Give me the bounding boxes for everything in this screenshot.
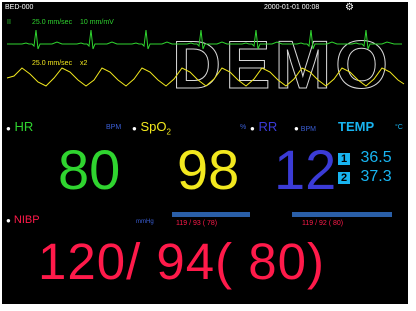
- spo2-label: ● SpO2: [132, 119, 171, 137]
- nibp-history-bar-2: [292, 212, 392, 217]
- spo2-unit: %: [240, 124, 247, 131]
- temp-unit: °C: [395, 124, 403, 131]
- demo-watermark: DEMO: [172, 27, 392, 103]
- datetime: 2000-01-01 00:08: [264, 4, 320, 11]
- nibp-history-bar-1: [172, 212, 250, 217]
- temp-label: TEMP: [338, 119, 375, 134]
- rr-value: 12: [274, 138, 337, 201]
- nibp-history-1: 119 / 93 ( 78): [176, 220, 218, 227]
- spo2-value: 98: [177, 138, 240, 201]
- hr-value: 80: [58, 138, 121, 201]
- temp-channel-1-badge: 1: [338, 153, 350, 165]
- nibp-value: 120/ 94( 80): [38, 233, 326, 290]
- waveform-panel: DEMO: [6, 27, 405, 104]
- hr-unit: BPM: [106, 124, 122, 131]
- nibp-label: ● NIBP: [6, 214, 40, 226]
- device-id: BED-000: [5, 4, 34, 11]
- temp-channel-1-value: 36.5: [360, 149, 392, 166]
- nibp-history-2: 119 / 92 ( 80): [302, 220, 344, 227]
- temp-channel-2: 2 37.3: [338, 168, 392, 186]
- temp-channel-1: 1 36.5: [338, 149, 392, 167]
- temp-channel-2-badge: 2: [338, 172, 350, 184]
- hr-label: ● HR: [6, 119, 34, 134]
- monitor-screen: BED-000 2000-01-01 00:08 ⚙ II 25.0 mm/se…: [2, 2, 408, 304]
- nibp-unit: mmHg: [136, 219, 154, 225]
- rr-unit: ● BPM: [294, 124, 316, 133]
- gear-icon[interactable]: ⚙: [345, 3, 354, 13]
- rr-label: ● RR: [250, 119, 278, 134]
- temp-channel-2-value: 37.3: [360, 168, 392, 185]
